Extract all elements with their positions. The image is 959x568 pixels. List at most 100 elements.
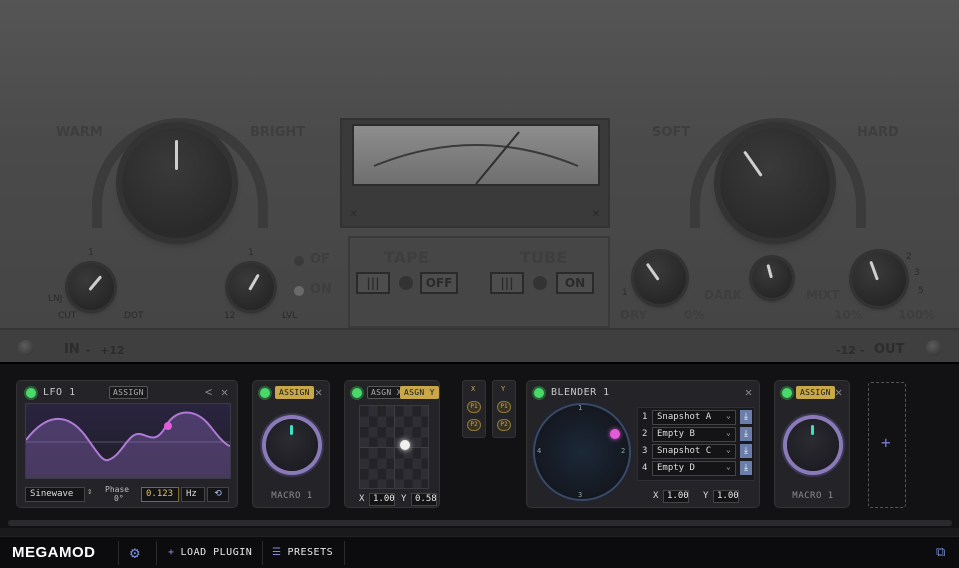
y-slot-block: Y P1 P2: [492, 380, 516, 438]
chevron-down-icon[interactable]: ⌄: [726, 428, 731, 437]
snapshot-select[interactable]: Empty D: [652, 461, 736, 476]
chevron-down-icon[interactable]: ⌄: [726, 462, 731, 471]
download-icon[interactable]: ⤓: [740, 461, 752, 475]
mix-scale-5: 5: [918, 286, 924, 296]
dial-label-2: 2: [621, 447, 626, 455]
macro-card-b: ASSIGN ✕ MACRO 1: [774, 380, 850, 508]
macro-b-close-icon[interactable]: ✕: [835, 385, 842, 399]
xy-x-value[interactable]: 1.00: [369, 493, 395, 506]
loop-icon[interactable]: ⟲: [207, 487, 229, 502]
mix-pct-100-label: 100%: [898, 308, 936, 322]
screw-icon: [18, 340, 34, 356]
rack-scrollbar[interactable]: [8, 520, 952, 526]
bright-label: BRIGHT: [250, 125, 306, 140]
tape-grip-icon[interactable]: |||: [356, 272, 390, 294]
output-label: OUT: [874, 342, 905, 357]
lfo-rate-input[interactable]: 0.123: [141, 487, 179, 502]
meter-close-icon-right[interactable]: ✕: [592, 206, 600, 221]
tube-label: TUBE: [520, 248, 568, 267]
xy-x-label: X: [359, 494, 365, 504]
assign-y-button[interactable]: ASGN Y: [400, 386, 439, 399]
x-p1-pill[interactable]: P1: [467, 401, 481, 413]
tone-knob[interactable]: [122, 128, 232, 238]
snapshot-num: 4: [642, 463, 648, 473]
dry-pct-label: 0%: [684, 308, 705, 322]
macro-a-enable-led[interactable]: [260, 388, 270, 398]
xy-pad[interactable]: [359, 405, 429, 489]
blender-close-icon[interactable]: ✕: [745, 385, 752, 399]
lfo-enable-led[interactable]: [26, 388, 36, 398]
lfo-unit-select[interactable]: Hz: [181, 487, 205, 502]
download-icon[interactable]: ⤓: [740, 410, 752, 424]
meter-close-icon-left[interactable]: ✕: [350, 206, 358, 221]
modulation-rack: LFO 1 ASSIGN < ✕ Sinewave ⇕ Phase 0° 0.1…: [0, 362, 959, 528]
xy-y-value[interactable]: 0.58: [411, 493, 437, 506]
macro-a-close-icon[interactable]: ✕: [315, 385, 322, 399]
snapshot-select[interactable]: Empty B: [652, 427, 736, 442]
mix-pct-10-label: 10%: [834, 308, 863, 322]
x-p2-pill[interactable]: P2: [467, 419, 481, 431]
off-label[interactable]: OF: [310, 252, 330, 267]
phase-value[interactable]: 0°: [114, 494, 124, 503]
tape-label: TAPE: [384, 248, 429, 267]
waveform-stepper-icon[interactable]: ⇕: [87, 487, 92, 497]
presets-button[interactable]: ☰ PRESETS: [272, 537, 342, 568]
plugin-io-rail: IN - +12 -12 - OUT: [0, 328, 959, 362]
dial-label-1: 1: [578, 404, 583, 412]
macro-b-assign-button[interactable]: ASSIGN: [796, 386, 835, 399]
blender-dial[interactable]: 1 2 3 4: [535, 404, 629, 499]
blender-enable-led[interactable]: [534, 388, 544, 398]
mix-knob[interactable]: [852, 252, 906, 306]
lfo-title: LFO 1: [43, 387, 76, 398]
chevron-down-icon[interactable]: ⌄: [726, 445, 731, 454]
lfo-collapse-icon[interactable]: <: [205, 385, 212, 399]
blender-x-value[interactable]: 1.00: [663, 490, 689, 503]
settings-gear-icon[interactable]: ⚙: [130, 543, 140, 562]
bottom-toolbar: MEGAMOD ⚙ + LOAD PLUGIN ☰ PRESETS ⧉: [0, 536, 959, 568]
tape-toggle-button[interactable]: OFF: [420, 272, 458, 294]
blender-position-handle[interactable]: [610, 429, 620, 439]
tube-toggle-button[interactable]: ON: [556, 272, 594, 294]
on-label[interactable]: ON: [310, 282, 332, 297]
dial-label-4: 4: [537, 447, 542, 455]
waveform-select[interactable]: Sinewave: [25, 487, 85, 502]
screw-icon: [926, 340, 942, 356]
macro-a-assign-button[interactable]: ASSIGN: [275, 386, 314, 399]
blender-x-label: X: [653, 491, 659, 501]
y-slot-label: Y: [501, 385, 506, 393]
macro-b-enable-led[interactable]: [782, 388, 792, 398]
add-module-slot[interactable]: +: [868, 382, 906, 508]
lfo-assign-button[interactable]: ASSIGN: [109, 386, 148, 399]
macro-a-knob[interactable]: [266, 419, 318, 471]
snapshot-select[interactable]: Snapshot C: [652, 444, 736, 459]
download-icon[interactable]: ⤓: [740, 444, 752, 458]
dark-knob[interactable]: [752, 258, 792, 298]
output-gain-value: -12: [836, 344, 856, 357]
vu-meter: [352, 124, 600, 186]
y-p1-pill[interactable]: P1: [497, 401, 511, 413]
dot-label: DOT: [124, 311, 144, 321]
macro-b-knob[interactable]: [787, 419, 839, 471]
mix-scale-2: 2: [906, 252, 912, 262]
snapshot-select[interactable]: Snapshot A: [652, 410, 736, 425]
blender-y-value[interactable]: 1.00: [713, 490, 739, 503]
lfo-waveform-display[interactable]: [25, 403, 231, 479]
drive-knob[interactable]: [720, 128, 830, 238]
xy-enable-led[interactable]: [352, 388, 362, 398]
macro-a-label: MACRO 1: [271, 491, 313, 501]
y-p2-pill[interactable]: P2: [497, 419, 511, 431]
vu-meter-scale: [373, 131, 579, 185]
dry-knob[interactable]: [634, 252, 686, 304]
low-cut-knob[interactable]: [68, 264, 114, 310]
level-min-label: 12: [224, 311, 236, 321]
chevron-down-icon[interactable]: ⌄: [726, 411, 731, 420]
xy-pad-handle[interactable]: [400, 440, 410, 450]
tube-grip-icon[interactable]: |||: [490, 272, 524, 294]
lfo-close-icon[interactable]: ✕: [221, 385, 228, 399]
download-icon[interactable]: ⤓: [740, 427, 752, 441]
level-knob[interactable]: [228, 264, 274, 310]
resize-window-icon[interactable]: ⧉: [936, 545, 945, 560]
phase-label: Phase: [105, 485, 130, 494]
load-plugin-button[interactable]: + LOAD PLUGIN: [168, 537, 260, 568]
level-scale-label: 1: [248, 248, 254, 258]
